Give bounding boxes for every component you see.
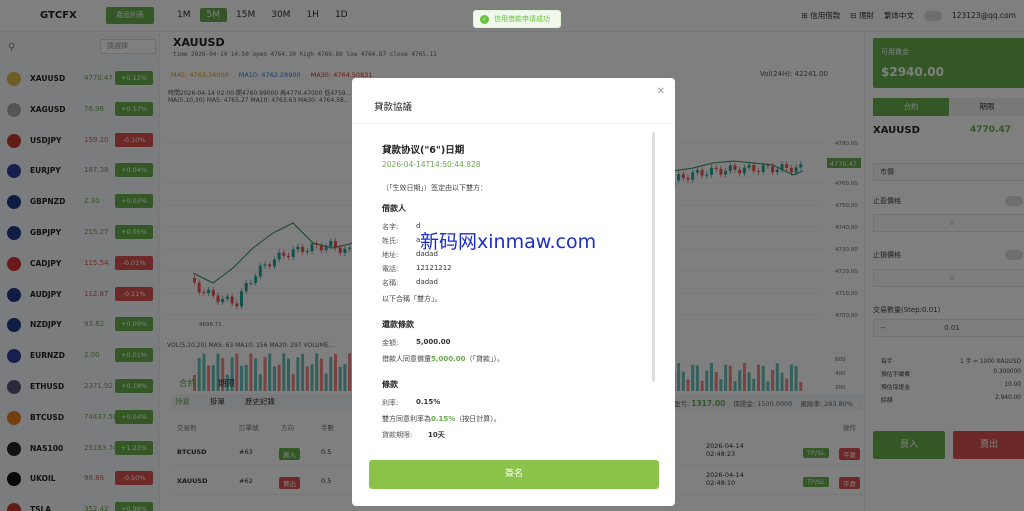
borrower-key: 名稱: (382, 279, 399, 287)
app-root: GTCFX 產品列表 1M 5M 15M 30M 1H 1D ⊞ 信用借款 ⊟ … (0, 0, 1024, 511)
borrower-title: 借款人 (382, 204, 406, 213)
agreement-date: 2026-04-14T14:50:44.828 (382, 160, 481, 169)
repay-text-b: （「貸款」）。 (465, 355, 505, 363)
modal-title: 貸款協議 (374, 102, 413, 113)
borrower-key: 名字: (382, 223, 399, 231)
rate-text: 雙方同意利率為0.15%（按日計算）。 (382, 414, 501, 424)
rate-text-b: （按日計算）。 (455, 415, 501, 423)
amount-value: 5,000.00 (416, 338, 451, 346)
close-icon[interactable]: ✕ (657, 86, 665, 97)
modal-scrollbar[interactable] (652, 132, 655, 382)
watermark-text: 新码网xinmaw.com (420, 231, 597, 253)
rate-value: 0.15% (416, 398, 441, 406)
terms-title: 條款 (382, 380, 398, 389)
parties-note: 以下合稱「雙方」。 (382, 295, 442, 303)
toast-message: 信用借款申请成功 (494, 15, 550, 23)
sign-button[interactable]: 簽名 (369, 460, 659, 489)
borrower-key: 地址: (382, 251, 399, 259)
period-value: 10天 (428, 431, 445, 438)
agreement-heading: 貸款协议("6")日期 (382, 145, 465, 156)
check-icon: ✓ (480, 15, 489, 24)
agreement-intro: （「生效日期」）签定由以下雙方： (382, 184, 487, 192)
modal-divider (352, 123, 675, 124)
repay-title: 還款條款 (382, 320, 414, 329)
amount-label: 金額: (382, 339, 399, 347)
agreement-document[interactable]: 貸款协议("6")日期 2026-04-14T14:50:44.828 （「生效… (372, 128, 652, 438)
repay-text: 借款人同意償還5,000.00（「貸款」）。 (382, 354, 504, 364)
repay-text-a: 借款人同意償還 (382, 355, 431, 363)
success-toast: ✓ 信用借款申请成功 (473, 10, 561, 28)
rate-label: 利率: (382, 399, 399, 407)
rate-inline: 0.15% (431, 415, 456, 423)
repay-amount: 5,000.00 (431, 355, 466, 363)
borrower-key: 姓氏: (382, 237, 399, 245)
rate-text-a: 雙方同意利率為 (382, 415, 431, 423)
loan-agreement-modal: 貸款協議 ✕ 貸款协议("6")日期 2026-04-14T14:50:44.8… (352, 78, 675, 506)
borrower-key: 電話: (382, 265, 399, 273)
borrower-value: 12121212 (416, 264, 452, 272)
period-label: 貸款期限: (382, 431, 413, 438)
borrower-value: dadad (416, 278, 438, 286)
